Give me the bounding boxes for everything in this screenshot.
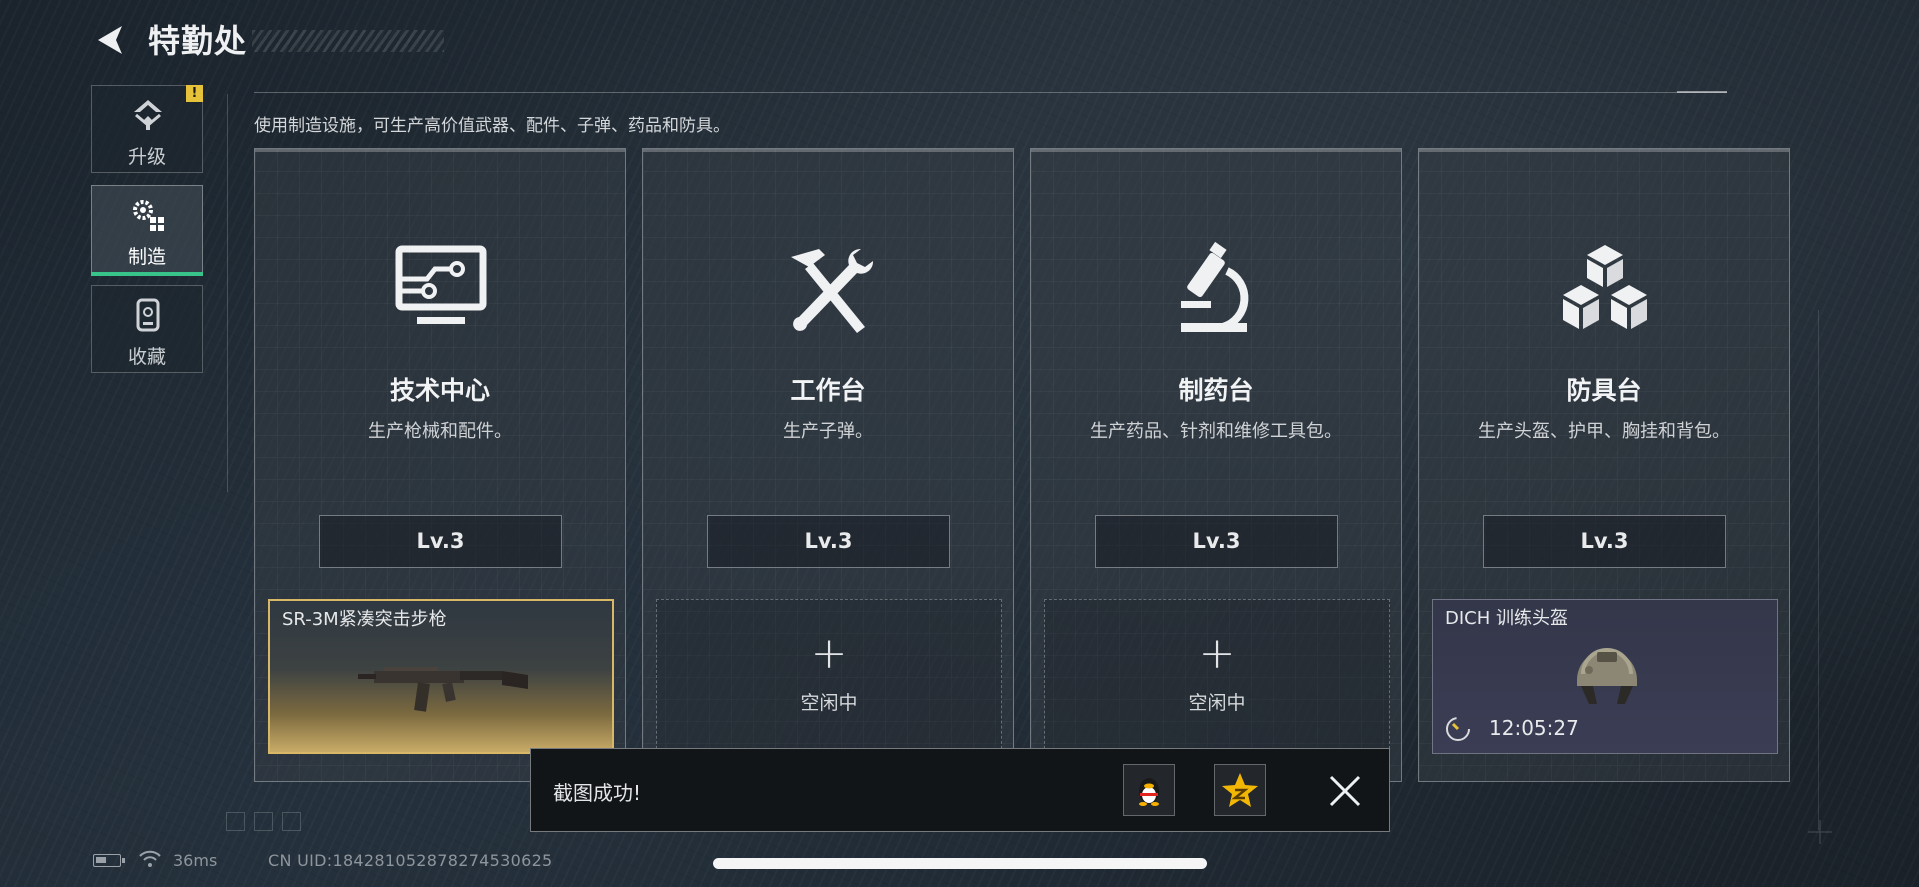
share-qq-button[interactable] (1123, 764, 1175, 816)
title-decoration (252, 30, 444, 52)
sidebar-item-upgrade[interactable]: 升级 ! (91, 85, 203, 173)
ping-readout: 36ms (173, 851, 218, 870)
product-name: DICH 训练头盔 (1445, 608, 1568, 629)
slot-status: 空闲中 (1188, 692, 1246, 714)
header-divider (254, 91, 1727, 93)
station-level-button[interactable]: Lv.3 (319, 515, 562, 568)
sidebar-divider (227, 94, 228, 492)
collection-icon (136, 298, 160, 332)
sidebar-item-label: 制造 (127, 246, 166, 268)
station-name: 工作台 (790, 376, 866, 405)
station-level-button[interactable]: Lv.3 (707, 515, 950, 568)
sidebar-item-label: 收藏 (127, 346, 166, 368)
home-indicator[interactable] (713, 858, 1207, 869)
station-description: 生产头盔、护甲、胸挂和背包。 (1478, 421, 1730, 442)
user-uid: CN UID:18428105287827453062​5 (268, 851, 553, 870)
station-card-pharmacy[interactable]: 制药台 生产药品、针剂和维修工具包。 Lv.3 + 空闲中 (1030, 148, 1402, 782)
station-card-tech-center[interactable]: 技术中心 生产枪械和配件。 Lv.3 SR-3M紧凑突击步枪 (254, 148, 626, 782)
helmet-icon (1577, 648, 1637, 704)
rifle-icon (358, 667, 528, 712)
crosshair-decoration (1808, 820, 1832, 844)
station-level-button[interactable]: Lv.3 (1483, 515, 1726, 568)
product-name: SR-3M紧凑突击步枪 (282, 609, 447, 630)
station-card-workbench[interactable]: 工作台 生产子弹。 Lv.3 + 空闲中 (642, 148, 1014, 782)
wifi-icon (139, 850, 161, 867)
add-icon: + (810, 628, 848, 679)
station-level-button[interactable]: Lv.3 (1095, 515, 1338, 568)
qzone-star-icon (1222, 773, 1258, 807)
toast-message: 截图成功! (553, 781, 642, 805)
sidebar-item-craft[interactable]: 制造 (91, 185, 203, 276)
share-qzone-button[interactable] (1214, 764, 1266, 816)
production-slot-empty[interactable]: + 空闲中 (656, 599, 1002, 754)
footer-decoration (226, 812, 310, 835)
qq-penguin-icon (1139, 778, 1159, 806)
back-arrow-icon[interactable] (92, 22, 128, 58)
production-slot[interactable]: DICH 训练头盔 12:05:27 (1432, 599, 1778, 754)
timer-icon (1446, 717, 1470, 741)
alert-badge: ! (186, 85, 203, 102)
upgrade-icon (134, 100, 162, 130)
boxes-icon (1563, 245, 1647, 329)
station-name: 技术中心 (389, 376, 490, 405)
screenshot-toast: 截图成功! (530, 748, 1390, 832)
station-name: 制药台 (1178, 376, 1254, 405)
sidebar-item-collection[interactable]: 收藏 (91, 285, 203, 373)
production-slot-empty[interactable]: + 空闲中 (1044, 599, 1390, 754)
battery-icon (93, 854, 125, 867)
close-icon[interactable] (1327, 773, 1363, 809)
station-description: 生产子弹。 (783, 421, 873, 442)
microscope-icon (1181, 241, 1249, 332)
station-name: 防具台 (1566, 376, 1642, 405)
station-description: 生产药品、针剂和维修工具包。 (1090, 421, 1342, 442)
production-timer: 12:05:27 (1489, 716, 1579, 740)
sidebar-item-label: 升级 (127, 146, 166, 168)
station-card-armor-bench[interactable]: 防具台 生产头盔、护甲、胸挂和背包。 Lv.3 DICH 训练头盔 12:05:… (1418, 148, 1790, 782)
add-icon: + (1198, 628, 1236, 679)
slot-status: 空闲中 (800, 692, 858, 714)
production-slot[interactable]: SR-3M紧凑突击步枪 (268, 599, 614, 754)
station-description: 生产枪械和配件。 (368, 421, 512, 442)
hammer-wrench-icon (791, 248, 874, 333)
gears-icon (133, 200, 164, 231)
right-deco-line (1818, 310, 1819, 830)
monitor-circuit-icon (395, 245, 487, 324)
page-title: 特勤处 (148, 22, 248, 60)
page-subtitle: 使用制造设施，可生产高价值武器、配件、子弹、药品和防具。 (254, 116, 730, 136)
